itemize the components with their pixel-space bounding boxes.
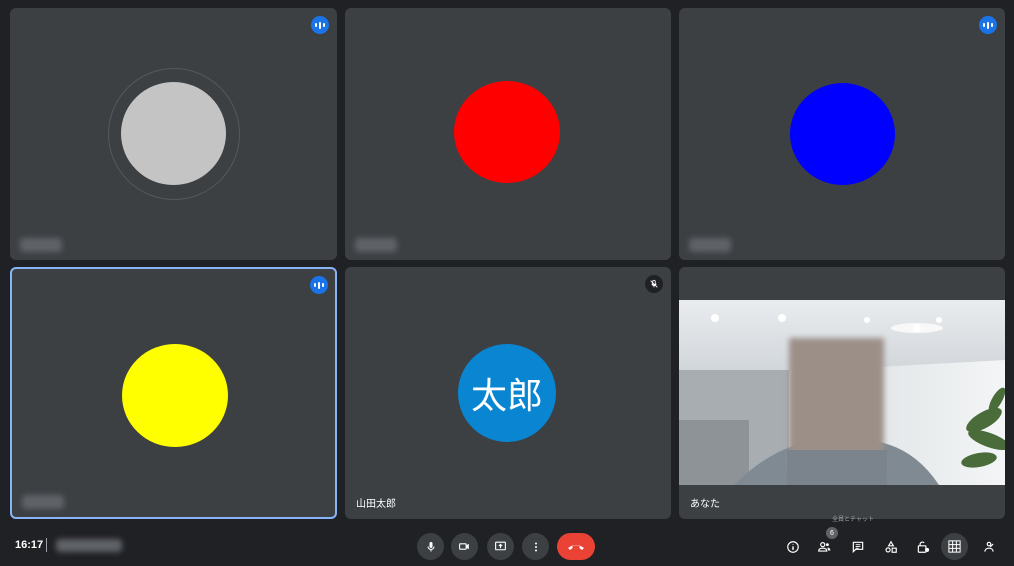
camera-feed <box>679 300 1005 485</box>
chat-icon <box>852 541 863 553</box>
participant-name-redacted <box>22 495 64 509</box>
hangup-button[interactable] <box>557 533 595 560</box>
meeting-time: 16:17 <box>15 539 44 551</box>
divider <box>46 538 47 552</box>
participant-name-redacted <box>20 238 62 252</box>
participant-name-redacted <box>355 238 397 252</box>
present-screen-icon <box>495 541 506 551</box>
avatar <box>454 81 560 183</box>
camera-icon <box>459 543 469 550</box>
participant-tile-3[interactable] <box>679 8 1005 260</box>
avatar-initials: 太郎 <box>470 376 543 417</box>
muted-mic-icon <box>645 275 663 293</box>
participant-tile-5[interactable]: 太郎 山田太郎 <box>345 267 671 519</box>
camera-button[interactable] <box>451 533 478 560</box>
chat-tooltip: 全員とチャット <box>832 517 874 523</box>
participant-tile-1[interactable] <box>10 8 337 260</box>
activities-icon <box>884 540 897 553</box>
more-options-icon <box>534 542 537 551</box>
people-icon <box>818 541 831 552</box>
host-controls-button[interactable] <box>909 533 936 560</box>
speaking-indicator-icon <box>310 276 328 294</box>
self-view-button[interactable] <box>975 533 1002 560</box>
speaking-indicator-icon <box>979 16 997 34</box>
mic-icon <box>427 541 434 551</box>
present-screen-button[interactable] <box>487 533 514 560</box>
chat-button[interactable] <box>844 533 871 560</box>
avatar <box>121 82 226 185</box>
activities-button[interactable] <box>877 533 904 560</box>
self-view-icon <box>983 541 994 552</box>
self-view-tile[interactable]: あなた <box>679 267 1005 519</box>
avatar <box>790 83 895 185</box>
avatar: 太郎 <box>458 344 556 442</box>
participant-name: あなた <box>690 499 720 510</box>
participant-name: 山田太郎 <box>356 499 396 510</box>
layout-button[interactable] <box>941 533 968 560</box>
participant-name-redacted <box>689 238 731 252</box>
info-icon <box>786 540 799 553</box>
layout-grid-icon <box>948 540 961 553</box>
meeting-code-redacted <box>56 539 122 552</box>
participant-tile-2[interactable] <box>345 8 671 260</box>
more-options-button[interactable] <box>522 533 549 560</box>
speaking-indicator-icon <box>311 16 329 34</box>
hangup-icon <box>568 544 584 550</box>
host-controls-icon <box>917 541 929 553</box>
participant-tile-4[interactable] <box>10 267 337 519</box>
meeting-info-button[interactable] <box>779 533 806 560</box>
avatar <box>122 344 228 447</box>
mic-button[interactable] <box>417 533 444 560</box>
people-button[interactable] <box>811 533 838 560</box>
